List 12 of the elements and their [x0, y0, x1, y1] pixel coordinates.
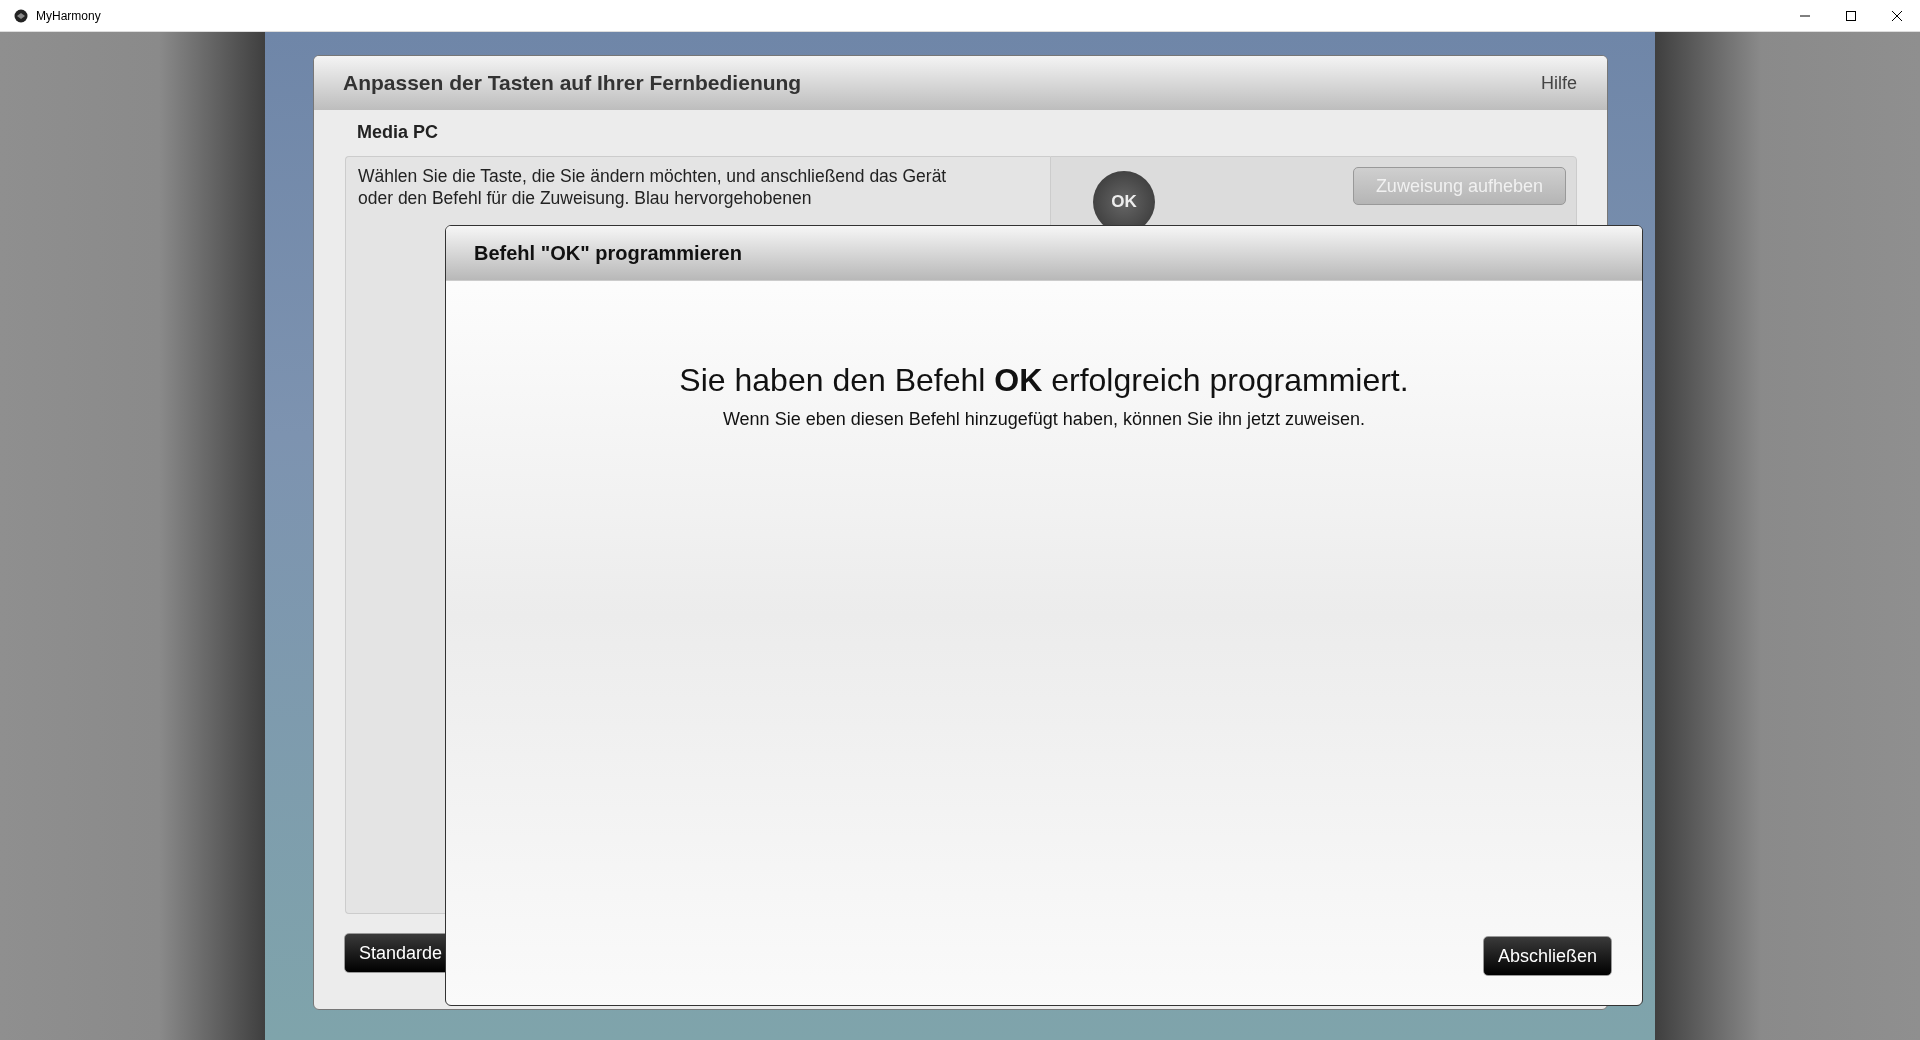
success-headline: Sie haben den Befehl OK erfolgreich programmiert. — [679, 362, 1409, 399]
panel-title: Anpassen der Tasten auf Ihrer Fernbedienung — [343, 71, 802, 95]
instructions-text: Wählen Sie die Taste, die Sie ändern möchten, und anschließend das Gerät oder den Befehl für die Zuweisung. Blau hervorgehobenen — [358, 165, 948, 209]
app-logo-icon — [14, 8, 28, 23]
success-message: Wenn Sie eben diesen Befehl hinzugefügt haben, können Sie ihn jetzt zuweisen. — [722, 409, 1366, 430]
maximize-icon — [1846, 10, 1856, 21]
close-icon — [1892, 10, 1902, 21]
help-link[interactable]: Hilfe — [1541, 72, 1577, 94]
finish-button[interactable]: Abschließen — [1482, 936, 1612, 976]
device-name: Media PC — [356, 121, 440, 144]
dialog-title: Befehl "OK" programmieren — [474, 241, 742, 265]
window-title: MyHarmony — [36, 8, 102, 23]
